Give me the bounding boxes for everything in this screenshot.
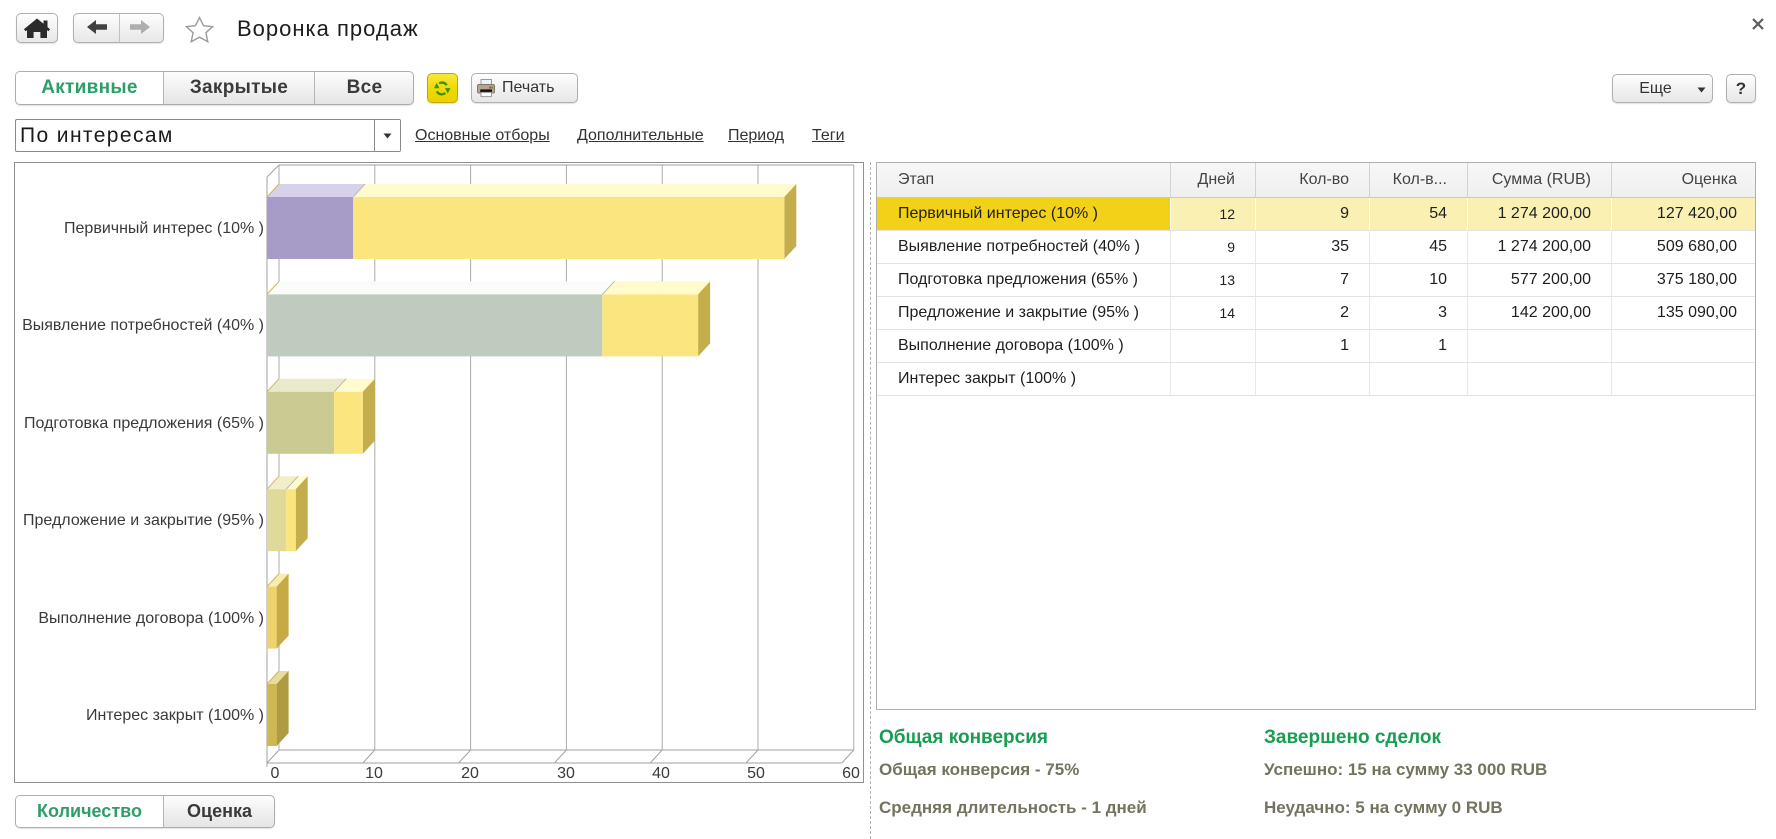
svg-text:Интерес закрыт (100% ): Интерес закрыт (100% ): [86, 707, 264, 724]
svg-text:Выявление потребностей (40% ): Выявление потребностей (40% ): [22, 317, 264, 334]
svg-text:Первичный интерес (10% ): Первичный интерес (10% ): [64, 220, 264, 237]
svg-text:50: 50: [747, 765, 765, 782]
svg-text:60: 60: [842, 765, 860, 782]
svg-text:Выполнение договора (100% ): Выполнение договора (100% ): [38, 610, 264, 627]
svg-text:10: 10: [365, 765, 383, 782]
svg-text:0: 0: [271, 765, 280, 782]
svg-text:Подготовка предложения (65% ): Подготовка предложения (65% ): [24, 415, 264, 432]
svg-text:30: 30: [557, 765, 575, 782]
svg-text:40: 40: [652, 765, 670, 782]
svg-text:20: 20: [461, 765, 479, 782]
svg-text:Предложение и закрытие (95% ): Предложение и закрытие (95% ): [23, 512, 264, 529]
